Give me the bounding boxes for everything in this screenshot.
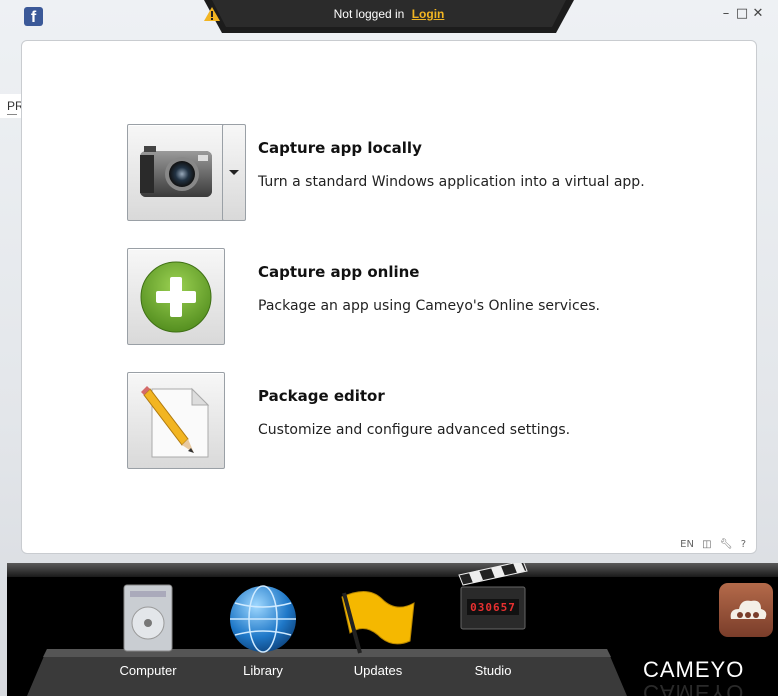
main-panel: Capture app locally Turn a standard Wind… [21, 40, 757, 554]
camera-icon [140, 146, 212, 197]
cloud-icon [730, 600, 767, 619]
flag-icon [341, 591, 415, 654]
minimize-button[interactable]: – [718, 6, 734, 21]
dock-label-library[interactable]: Library [208, 663, 318, 678]
capture-online-description: Package an app using Cameyo's Online ser… [258, 298, 601, 314]
login-link[interactable]: Login [412, 7, 445, 21]
clapperboard-icon [458, 563, 528, 630]
dock-item-computer[interactable] [93, 583, 203, 653]
help-icon[interactable]: ? [741, 539, 746, 550]
cameyo-logo-icon[interactable] [719, 583, 773, 637]
window-controls: – □ ✕ [718, 6, 766, 21]
globe-icon [230, 585, 296, 653]
dock-label-updates[interactable]: Updates [323, 663, 433, 678]
package-editor-title[interactable]: Package editor [258, 387, 385, 405]
cameyo-brand-reflection: CAMEYO [643, 680, 745, 696]
language-selector[interactable]: EN [680, 539, 694, 550]
app-window: f Not logged in Login –□✕ PREV [0, 0, 778, 696]
capture-local-description: Turn a standard Windows application into… [258, 174, 645, 190]
warning-icon [204, 7, 220, 21]
maximize-button[interactable]: □ [734, 6, 750, 21]
dock-item-updates[interactable] [323, 583, 433, 655]
capture-local-dropdown-button[interactable] [222, 124, 246, 221]
facebook-icon[interactable]: f [24, 7, 43, 26]
login-status-text: Not logged in [333, 7, 405, 21]
dock-item-library[interactable] [208, 583, 318, 655]
package-editor-description: Customize and configure advanced setting… [258, 422, 571, 438]
dock-label-studio[interactable]: Studio [438, 663, 548, 678]
plus-circle-icon [140, 261, 212, 333]
bottom-dock: Computer Library Updates 030657 Studio C… [7, 563, 778, 696]
wrench-icon[interactable]: 🔧︎ [720, 539, 733, 550]
login-status-bar: Not logged in Login [204, 0, 574, 33]
dock-label-computer[interactable]: Computer [93, 663, 203, 678]
hard-drive-icon [123, 584, 173, 652]
document-pencil-icon [141, 386, 210, 458]
capture-online-button[interactable] [127, 248, 225, 345]
package-editor-button[interactable] [127, 372, 225, 469]
studio-counter-display: 030657 [470, 601, 516, 614]
dock-item-studio[interactable]: 030657 [438, 563, 548, 633]
capture-online-title[interactable]: Capture app online [258, 263, 419, 281]
capture-local-button[interactable] [127, 124, 225, 221]
capture-local-title[interactable]: Capture app locally [258, 139, 422, 157]
window-icon[interactable]: ◫ [702, 539, 711, 550]
close-button[interactable]: ✕ [750, 6, 766, 21]
panel-footer: EN ◫ 🔧︎ ? [675, 539, 746, 550]
dock-top-bevel [7, 563, 778, 577]
